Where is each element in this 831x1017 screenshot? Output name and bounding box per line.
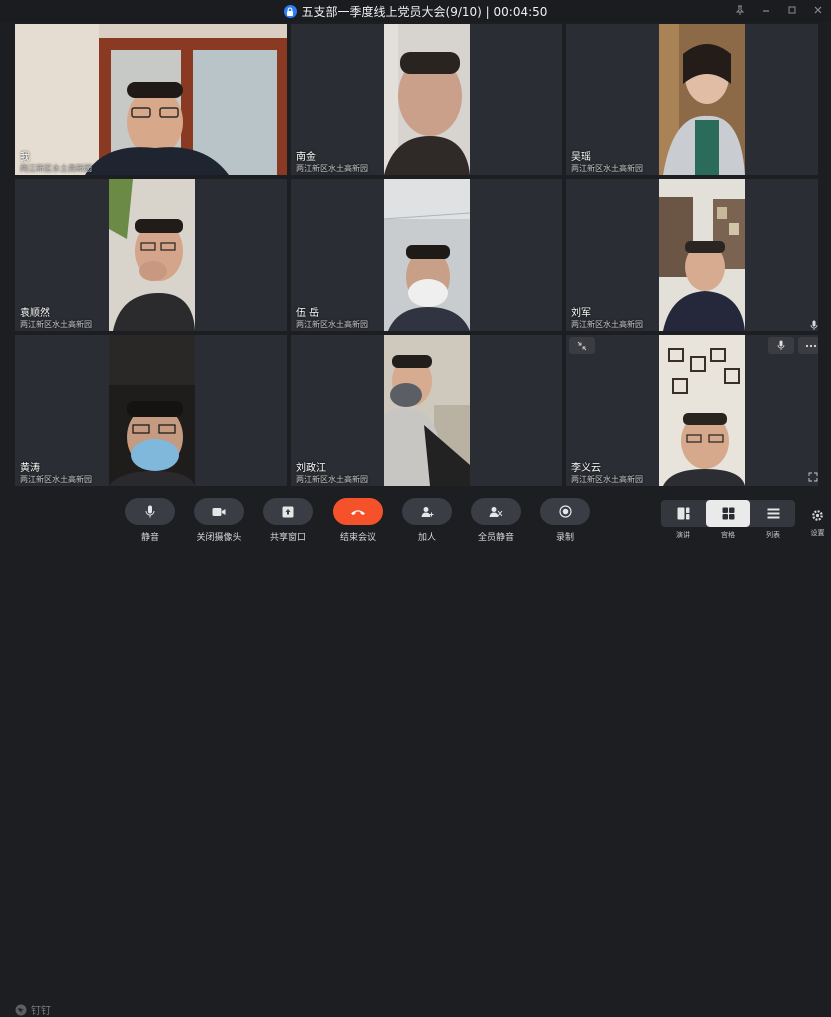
window-title-wrap: 五支部一季度线上党员大会(9/10) | 00:04:50 [283, 3, 548, 20]
participant-name: 袁顺然 [20, 308, 50, 319]
record-label: 录制 [555, 533, 574, 543]
participant-video [384, 335, 470, 486]
microphone-icon [810, 315, 818, 331]
participant-name: 南金 [296, 152, 316, 163]
participant-tile[interactable]: 袁顺然 两江新区水土高新园 [15, 179, 287, 331]
participant-name: 黄涛 [20, 463, 40, 474]
participant-video [384, 179, 470, 331]
share-screen-icon [282, 506, 294, 517]
add-user-icon [421, 506, 433, 517]
participant-tile[interactable]: 李义云 两江新区水土高新园 [566, 335, 818, 486]
view-list-label: 列表 [766, 531, 780, 539]
video-grid: 我 两江新区水土高新园 南金 两江新区水土高新园 吴瑶 两江新区水土高新园 袁顺… [15, 24, 818, 486]
participant-org: 两江新区水土高新园 [296, 164, 368, 173]
pin-icon[interactable] [733, 3, 747, 17]
title-bar: 五支部一季度线上党员大会(9/10) | 00:04:50 [0, 0, 831, 22]
mute-button[interactable]: 静音 [125, 498, 175, 543]
participant-video [109, 335, 195, 486]
participant-video [384, 24, 470, 175]
close-icon[interactable] [811, 3, 825, 17]
hang-up-icon [351, 509, 365, 515]
participant-org: 两江新区水土高新园 [296, 320, 368, 329]
list-view-icon [767, 508, 779, 519]
camera-off-button[interactable]: 关闭摄像头 [194, 498, 244, 543]
view-speaker-button[interactable] [661, 500, 705, 527]
settings-label: 设置 [810, 529, 825, 537]
participant-tile[interactable]: 黄涛 两江新区水土高新园 [15, 335, 287, 486]
participant-video [15, 24, 287, 175]
participant-org: 两江新区水土高新园 [20, 164, 92, 173]
participant-tile[interactable]: 刘政江 两江新区水土高新园 [291, 335, 562, 486]
participant-tile[interactable]: 吴瑶 两江新区水土高新园 [566, 24, 818, 175]
participant-tile[interactable]: 伍 岳 两江新区水土高新园 [291, 179, 562, 331]
minimize-icon[interactable] [759, 3, 773, 17]
participant-org: 两江新区水土高新园 [571, 320, 643, 329]
mute-all-label: 全员静音 [477, 533, 514, 543]
participant-org: 两江新区水土高新园 [571, 164, 643, 173]
participant-video [109, 179, 195, 331]
gear-icon [812, 510, 823, 521]
view-speaker-label: 演讲 [676, 531, 690, 539]
participant-video [659, 179, 745, 331]
participant-org: 两江新区水土高新园 [571, 475, 643, 484]
app-logo-text: 钉钉 [31, 1006, 51, 1017]
participant-name: 李义云 [571, 463, 601, 474]
more-icon[interactable] [798, 337, 818, 354]
share-window-label: 共享窗口 [269, 533, 306, 543]
microphone-icon[interactable] [768, 337, 794, 354]
window-title: 五支部一季度线上党员大会(9/10) | 00:04:50 [301, 4, 548, 19]
participant-tile[interactable]: 我 两江新区水土高新园 [15, 24, 287, 175]
view-grid-button[interactable] [706, 500, 750, 527]
settings-button[interactable]: 设置 [804, 507, 831, 538]
view-list-button[interactable] [751, 500, 795, 527]
dingtalk-icon [15, 1004, 27, 1015]
participant-name: 刘军 [571, 308, 591, 319]
participant-video [659, 24, 745, 175]
app-logo: 钉钉 [15, 1002, 51, 1017]
record-icon [558, 505, 572, 518]
microphone-icon [145, 505, 155, 518]
share-window-button[interactable]: 共享窗口 [263, 498, 313, 543]
participant-org: 两江新区水土高新园 [20, 475, 92, 484]
view-mode-group [661, 500, 795, 527]
participant-tile[interactable]: 南金 两江新区水土高新园 [291, 24, 562, 175]
participant-name: 刘政江 [296, 463, 326, 474]
speaker-view-icon [677, 507, 689, 520]
view-grid-label: 宫格 [721, 531, 735, 539]
maximize-icon[interactable] [785, 3, 799, 17]
mute-all-button[interactable]: 全员静音 [471, 498, 521, 543]
add-person-label: 加人 [417, 533, 436, 543]
mute-label: 静音 [140, 533, 159, 543]
grid-view-icon [722, 507, 734, 520]
end-meeting-button[interactable]: 结束会议 [333, 498, 383, 543]
lock-icon [283, 4, 297, 18]
mute-all-icon [489, 506, 503, 517]
collapse-icon[interactable] [569, 337, 595, 354]
participant-name: 我 [20, 152, 30, 163]
record-button[interactable]: 录制 [540, 498, 590, 543]
camera-off-label: 关闭摄像头 [196, 533, 242, 543]
fullscreen-icon[interactable] [808, 467, 818, 486]
camera-icon [212, 507, 226, 516]
add-person-button[interactable]: 加人 [402, 498, 452, 543]
window-controls [733, 3, 825, 17]
end-meeting-label: 结束会议 [339, 533, 376, 543]
participant-tile[interactable]: 刘军 两江新区水土高新园 [566, 179, 818, 331]
participant-org: 两江新区水土高新园 [296, 475, 368, 484]
participant-name: 吴瑶 [571, 152, 591, 163]
participant-video [659, 335, 745, 486]
participant-name: 伍 岳 [296, 308, 320, 319]
participant-org: 两江新区水土高新园 [20, 320, 92, 329]
